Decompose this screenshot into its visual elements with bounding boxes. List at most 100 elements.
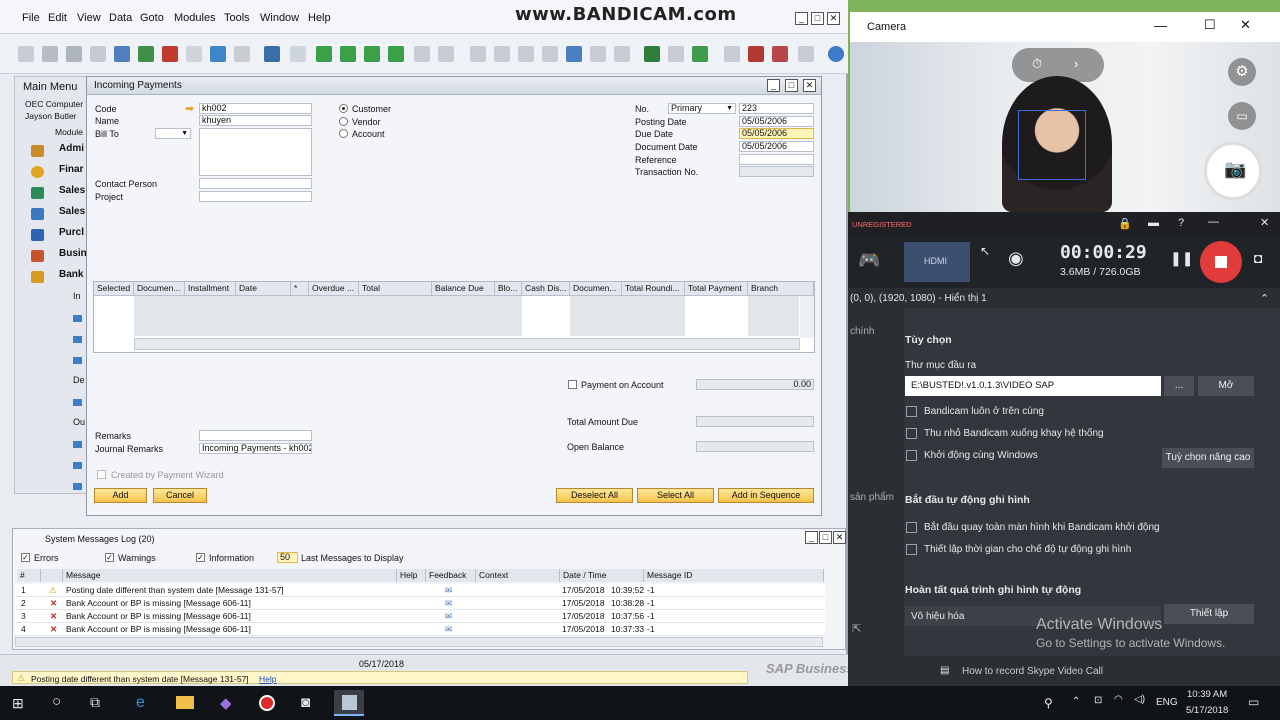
radio-vendor[interactable] [339,117,348,126]
minimize-icon[interactable]: _ [805,531,818,544]
advanced-options-button[interactable]: Tuỳ chọn nâng cao [1162,448,1254,468]
menu-tools[interactable]: Tools [224,12,250,24]
settings-icon[interactable]: ⚙ [1228,58,1256,86]
sidebar-item-products[interactable]: sản phẩm [850,492,894,503]
col-balance-due[interactable]: Balance Due [432,282,495,296]
settings-icon[interactable] [614,46,630,62]
video-mode-icon[interactable]: ▭ [1228,102,1256,130]
external-link-icon[interactable]: ⇱ [852,622,861,635]
message-row[interactable]: 4 ✕ Bank Account or BP is missing [Messa… [15,623,825,636]
add-button[interactable]: Add [94,488,147,503]
next-record-icon[interactable] [364,46,380,62]
errors-checkbox[interactable]: ✓ [21,553,30,562]
menu-file[interactable]: File [22,12,40,24]
document-icon[interactable] [73,462,82,469]
camera-app-icon[interactable]: ◙ [294,690,324,716]
minimize-icon[interactable]: _ [767,79,780,92]
edge-app-icon[interactable]: e [128,690,158,716]
help-icon[interactable] [828,46,844,62]
lock-icon[interactable]: 🔒 [1118,217,1132,230]
email-icon[interactable] [90,46,106,62]
close-icon[interactable]: ✕ [833,531,846,544]
journal-icon[interactable] [518,46,534,62]
move-icon[interactable] [210,46,226,62]
select-all-button[interactable]: Select All [637,488,714,503]
menu-help[interactable]: Help [308,12,331,24]
feedback-icon[interactable]: ✉ [445,584,452,596]
find-icon[interactable] [264,46,280,62]
menu-goto[interactable]: Goto [140,12,164,24]
close-icon[interactable]: ✕ [1240,17,1251,33]
word-icon[interactable] [186,46,202,62]
output-folder-field[interactable]: E:\BUSTED!.v1.0.1.3\VIDEO SAP [905,376,1161,396]
warnings-checkbox[interactable]: ✓ [105,553,114,562]
message-row[interactable]: 3 ✕ Bank Account or BP is missing [Messa… [15,610,825,623]
sort-icon[interactable] [438,46,454,62]
target-document-icon[interactable] [494,46,510,62]
last-record-icon[interactable] [388,46,404,62]
due-date-field[interactable]: 05/05/2006 [739,128,814,139]
capture-photo-button[interactable]: 📷 [1204,142,1262,200]
document-date-field[interactable]: 05/05/2006 [739,141,814,152]
print-icon[interactable] [42,46,58,62]
save-icon[interactable] [114,46,130,62]
col-blocked[interactable]: Blo... [495,282,522,296]
approve-icon[interactable] [692,46,708,62]
restore-icon[interactable]: □ [819,531,832,544]
col-help[interactable]: Help [397,569,426,582]
col-total-payment[interactable]: Total Payment [685,282,748,296]
lock-screen-icon[interactable] [798,46,814,62]
pause-icon[interactable]: ❚❚ [1170,250,1193,267]
tab-module[interactable]: Module [55,127,83,137]
minimize-icon[interactable]: — [1154,18,1167,33]
col-branch[interactable]: Branch [748,282,814,296]
horizontal-scrollbar[interactable] [15,637,823,647]
browse-button[interactable]: ... [1164,376,1194,396]
message-icon[interactable] [748,46,764,62]
bandicam-app-icon[interactable] [252,690,282,716]
col-context[interactable]: Context [476,569,560,582]
col-message-id[interactable]: Message ID [644,569,824,582]
cancel-button[interactable]: Cancel [153,488,207,503]
sap-app-icon[interactable] [334,690,364,716]
filter-icon[interactable] [414,46,430,62]
col-star[interactable]: * [291,282,309,296]
base-document-icon[interactable] [470,46,486,62]
help-icon[interactable]: ? [1178,217,1184,229]
network-icon[interactable]: ⊡ [1094,695,1102,706]
menu-view[interactable]: View [77,12,101,24]
col-overdue[interactable]: Overdue ... [309,282,359,296]
new-doc-icon[interactable] [668,46,684,62]
feedback-icon[interactable]: ✉ [445,597,452,609]
col-number[interactable]: # [17,569,41,582]
clock-date[interactable]: 5/17/2018 [1186,705,1228,716]
language-indicator[interactable]: ENG [1156,697,1178,708]
code-field[interactable]: kh002 [199,103,312,114]
help-link[interactable]: Help [259,674,276,684]
maximize-icon[interactable]: ☐ [1204,17,1216,33]
menu-item-administration[interactable]: Admi [31,143,89,161]
document-icon[interactable] [73,483,82,490]
col-date-time[interactable]: Date / Time [560,569,644,582]
journal-remarks-field[interactable]: Incoming Payments - kh002 [199,443,312,454]
edit-icon[interactable] [644,46,660,62]
notifications-icon[interactable]: ▭ [1248,695,1259,709]
bill-to-address[interactable] [199,128,312,176]
previous-record-icon[interactable] [340,46,356,62]
message-row[interactable]: 2 ✕ Bank Account or BP is missing [Messa… [15,597,825,610]
fax-icon[interactable] [66,46,82,62]
menu-edit[interactable]: Edit [48,12,67,24]
contact-person-field[interactable] [199,178,312,189]
col-cash-discount[interactable]: Cash Dis... [522,282,570,296]
maximize-icon[interactable]: □ [811,12,824,25]
stop-recording-button[interactable] [1200,241,1242,283]
visual-studio-icon[interactable]: ◆ [212,690,242,716]
first-record-icon[interactable] [316,46,332,62]
game-mode-icon[interactable]: 🎮 [858,250,880,271]
deselect-all-button[interactable]: Deselect All [556,488,633,503]
chevron-up-icon[interactable]: ⌃ [1260,292,1269,305]
feedback-icon[interactable]: ✉ [445,623,452,635]
submenu-incoming[interactable]: In [73,291,81,301]
add-in-sequence-button[interactable]: Add in Sequence [718,488,814,503]
webcam-icon[interactable]: ◉ [1008,248,1024,269]
